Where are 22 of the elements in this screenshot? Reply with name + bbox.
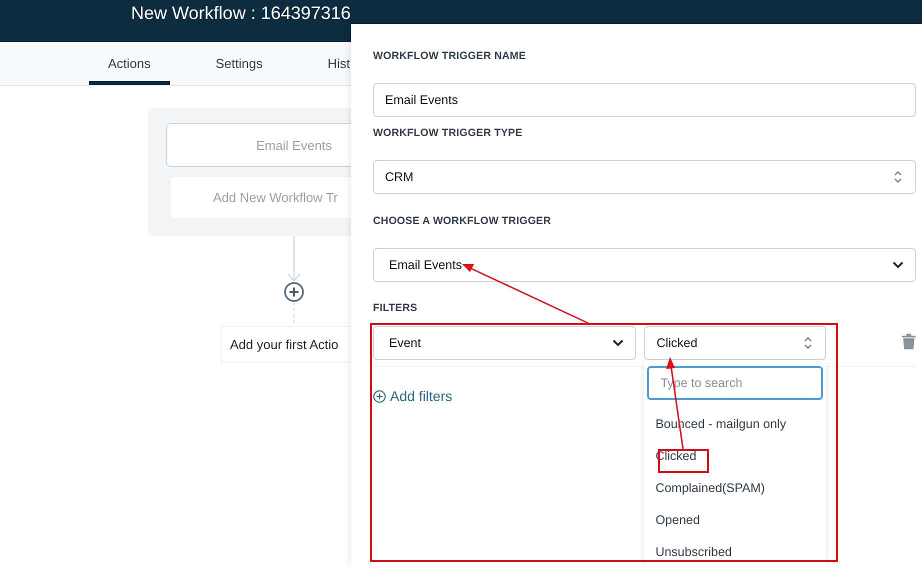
- trigger-type-select[interactable]: CRM: [373, 160, 916, 194]
- trigger-select[interactable]: Email Events: [373, 248, 916, 282]
- up-down-icon: [804, 336, 812, 350]
- trigger-name-field[interactable]: Email Events: [373, 83, 916, 117]
- dropdown-option[interactable]: Opened: [647, 504, 824, 536]
- filter-value-select[interactable]: Clicked: [644, 326, 826, 360]
- chevron-down-icon: [612, 339, 624, 347]
- tab[interactable]: Settings: [196, 42, 282, 85]
- dropdown-option[interactable]: Complained(SPAM): [647, 472, 824, 504]
- plus-circle-icon: [373, 390, 386, 402]
- connector-arrow: [288, 236, 300, 282]
- up-down-icon: [894, 170, 902, 184]
- trash-icon[interactable]: [902, 333, 916, 350]
- field-label: WORKFLOW TRIGGER NAME: [373, 50, 527, 64]
- field-label: FILTERS: [373, 302, 418, 316]
- filter-field-select[interactable]: Event: [373, 326, 636, 360]
- add-step-icon[interactable]: [284, 282, 304, 302]
- add-filters-link[interactable]: Add filters: [373, 388, 452, 404]
- workflow-title: New Workflow : 164397316: [131, 2, 351, 25]
- chevron-down-icon: [892, 261, 904, 269]
- tab[interactable]: Actions: [89, 42, 170, 85]
- dropdown-option[interactable]: Unsubscribed: [647, 536, 824, 566]
